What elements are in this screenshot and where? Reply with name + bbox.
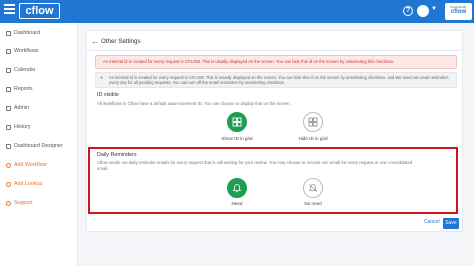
brand-badge: Powered By cflow [445,3,472,20]
sidebar-item-label: Admin [14,105,30,111]
sidebar-item-label: History [14,124,31,130]
calendar-icon [6,67,11,73]
info-icon: ● [100,75,104,81]
back-arrow-icon[interactable]: ← [91,37,99,46]
chevron-down-icon[interactable]: ▼ [431,6,437,12]
sidebar-item-history[interactable]: History [6,122,30,132]
avatar[interactable] [417,5,429,17]
history-icon [6,124,11,130]
alert-banner: An internal id is created for every requ… [95,55,457,69]
sidebar-item-label: Add Lookup [14,181,43,187]
info-box: ● An internal id is created for every re… [95,72,457,88]
sidebar-item-dashboard-designer[interactable]: Dashboard Designer [6,141,63,151]
grid-icon [232,117,242,127]
daily-reminders-highlight [88,147,458,214]
brand-badge-name: cflow [450,9,467,15]
sidebar-item-label: Calendar [14,67,36,73]
sidebar-item-reports[interactable]: Reports [6,84,33,94]
sidebar-item-calendar[interactable]: Calendar [6,65,36,75]
top-bar: cflow ? ▼ Powered By cflow [0,0,474,23]
info-text: An internal id is created for every requ… [109,75,449,86]
reports-icon [6,86,11,92]
sidebar-item-admin[interactable]: Admin [6,103,29,113]
grid-icon [308,117,318,127]
dashboard-icon [6,30,11,36]
add-workflow-icon [6,162,11,168]
sidebar-item-workflows[interactable]: Workflows [6,46,38,56]
sidebar-item-label: Workflows [14,48,39,54]
support-icon [6,200,11,206]
question-circle-icon[interactable]: ? [403,6,413,16]
show-id-label: Show ID in grid [221,136,253,141]
alert-text: An internal id is created for every requ… [103,59,395,64]
workflow-icon [6,48,11,54]
sidebar-item-support[interactable]: Support [6,198,33,208]
logo[interactable]: cflow [19,3,60,19]
show-id-option[interactable] [227,112,247,132]
save-button[interactable]: Save [443,218,459,229]
sidebar-item-dashboard[interactable]: Dashboard [6,28,40,38]
divider [87,50,462,51]
id-visible-description: All workflows in Cflow have a default au… [97,101,291,106]
hide-id-option[interactable] [303,112,323,132]
page-title: Other Settings [101,38,141,45]
hide-id-label: Hide ID in grid [298,136,328,141]
sidebar-item-label: Add Workflow [14,162,47,168]
admin-icon [6,105,11,111]
sidebar-item-label: Dashboard Designer [14,143,63,149]
sidebar-item-label: Support [14,200,33,206]
add-lookup-icon [6,181,11,187]
cancel-button[interactable]: Cancel [424,219,440,225]
sidebar-item-label: Reports [14,86,33,92]
sidebar-item-add-lookup[interactable]: Add Lookup [6,179,42,189]
sidebar-item-add-workflow[interactable]: Add Workflow [6,160,47,170]
menu-icon[interactable] [3,2,17,16]
sidebar: Dashboard Workflows Calendar Reports Adm… [0,23,78,266]
id-visible-title: ID visible [97,92,119,98]
designer-icon [6,143,11,149]
sidebar-item-label: Dashboard [14,30,40,36]
